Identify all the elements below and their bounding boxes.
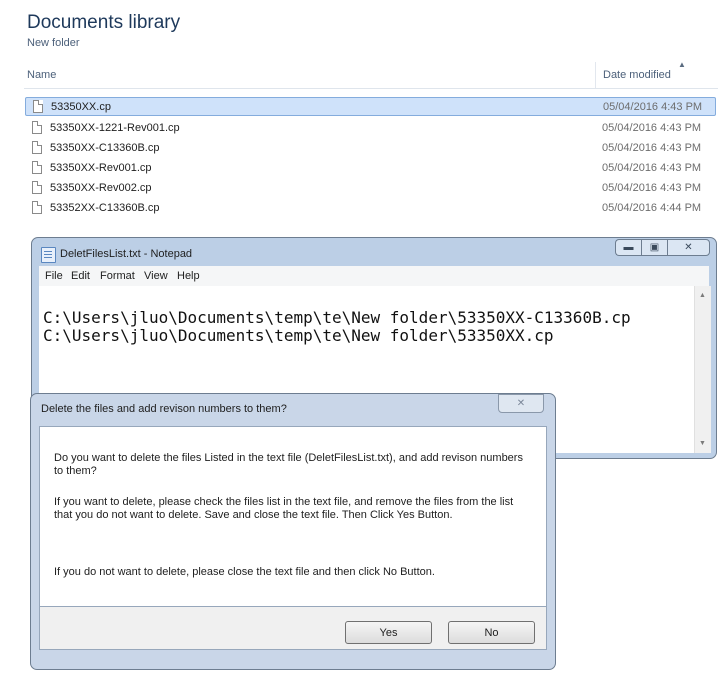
dialog-cancel-note: If you do not want to delete, please clo… bbox=[54, 566, 435, 578]
dialog-close-button[interactable]: ✕ bbox=[498, 394, 544, 413]
notepad-title: DeletFilesList.txt - Notepad bbox=[60, 248, 193, 260]
text-line: C:\Users\jluo\Documents\temp\te\New fold… bbox=[43, 308, 631, 327]
dialog-body: Do you want to delete the files Listed i… bbox=[39, 426, 547, 607]
file-icon bbox=[32, 121, 42, 134]
file-row[interactable]: 53352XX-C13360B.cp 05/04/2016 4:44 PM bbox=[25, 199, 715, 217]
file-date: 05/04/2016 4:43 PM bbox=[602, 142, 702, 154]
menu-file[interactable]: File bbox=[45, 270, 63, 282]
menu-edit[interactable]: Edit bbox=[71, 270, 90, 282]
column-header-row: Name Date modified ▲ bbox=[24, 60, 718, 89]
file-row[interactable]: 53350XX-Rev001.cp 05/04/2016 4:43 PM bbox=[25, 159, 715, 177]
confirm-dialog: Delete the files and add revison numbers… bbox=[30, 393, 556, 670]
file-icon bbox=[33, 100, 43, 113]
file-date: 05/04/2016 4:44 PM bbox=[602, 202, 702, 214]
library-header: Documents library New folder bbox=[0, 0, 718, 62]
vertical-scrollbar[interactable]: ▲ ▼ bbox=[694, 286, 711, 453]
file-date: 05/04/2016 4:43 PM bbox=[602, 182, 702, 194]
window-controls: ▬ ▣ ✕ bbox=[615, 239, 710, 257]
notepad-icon bbox=[41, 247, 56, 263]
maximize-button[interactable]: ▣ bbox=[641, 239, 667, 256]
file-icon bbox=[32, 181, 42, 194]
column-divider[interactable] bbox=[595, 62, 596, 88]
scroll-down-icon[interactable]: ▼ bbox=[699, 440, 706, 447]
dialog-title: Delete the files and add revison numbers… bbox=[41, 403, 287, 415]
dialog-instructions: If you want to delete, please check the … bbox=[54, 496, 514, 521]
maximize-icon: ▣ bbox=[649, 242, 660, 253]
file-name: 53350XX-C13360B.cp bbox=[50, 142, 160, 154]
menu-format[interactable]: Format bbox=[100, 270, 135, 282]
file-icon bbox=[32, 141, 42, 154]
dialog-footer: Yes No bbox=[39, 607, 547, 650]
file-name: 53350XX-Rev002.cp bbox=[50, 182, 152, 194]
minimize-icon: ▬ bbox=[623, 242, 634, 253]
file-name: 53350XX.cp bbox=[51, 101, 111, 113]
file-date: 05/04/2016 4:43 PM bbox=[602, 162, 702, 174]
menu-help[interactable]: Help bbox=[177, 270, 200, 282]
yes-button[interactable]: Yes bbox=[345, 621, 432, 644]
sort-ascending-icon: ▲ bbox=[678, 60, 686, 69]
file-icon bbox=[32, 161, 42, 174]
file-row[interactable]: 53350XX-Rev002.cp 05/04/2016 4:43 PM bbox=[25, 179, 715, 197]
column-header-name[interactable]: Name bbox=[27, 69, 56, 81]
no-button[interactable]: No bbox=[448, 621, 535, 644]
scroll-up-icon[interactable]: ▲ bbox=[699, 292, 706, 299]
file-name: 53352XX-C13360B.cp bbox=[50, 202, 160, 214]
library-title: Documents library bbox=[27, 12, 181, 33]
text-line: C:\Users\jluo\Documents\temp\te\New fold… bbox=[43, 326, 554, 345]
dialog-message: Do you want to delete the files Listed i… bbox=[54, 452, 523, 477]
minimize-button[interactable]: ▬ bbox=[615, 239, 641, 256]
file-row[interactable]: 53350XX-C13360B.cp 05/04/2016 4:43 PM bbox=[25, 139, 715, 157]
file-row[interactable]: 53350XX-1221-Rev001.cp 05/04/2016 4:43 P… bbox=[25, 119, 715, 137]
notepad-menubar: File Edit Format View Help bbox=[39, 266, 709, 287]
file-date: 05/04/2016 4:43 PM bbox=[602, 122, 702, 134]
close-icon: ✕ bbox=[684, 242, 693, 253]
file-row[interactable]: 53350XX.cp 05/04/2016 4:43 PM bbox=[25, 97, 716, 116]
close-button[interactable]: ✕ bbox=[667, 239, 710, 256]
menu-view[interactable]: View bbox=[144, 270, 168, 282]
close-icon: ✕ bbox=[516, 398, 526, 409]
file-date: 05/04/2016 4:43 PM bbox=[603, 101, 703, 113]
library-subtitle-link[interactable]: New folder bbox=[27, 37, 80, 49]
column-header-date-modified[interactable]: Date modified bbox=[603, 69, 671, 81]
file-icon bbox=[32, 201, 42, 214]
file-name: 53350XX-1221-Rev001.cp bbox=[50, 122, 180, 134]
file-name: 53350XX-Rev001.cp bbox=[50, 162, 152, 174]
